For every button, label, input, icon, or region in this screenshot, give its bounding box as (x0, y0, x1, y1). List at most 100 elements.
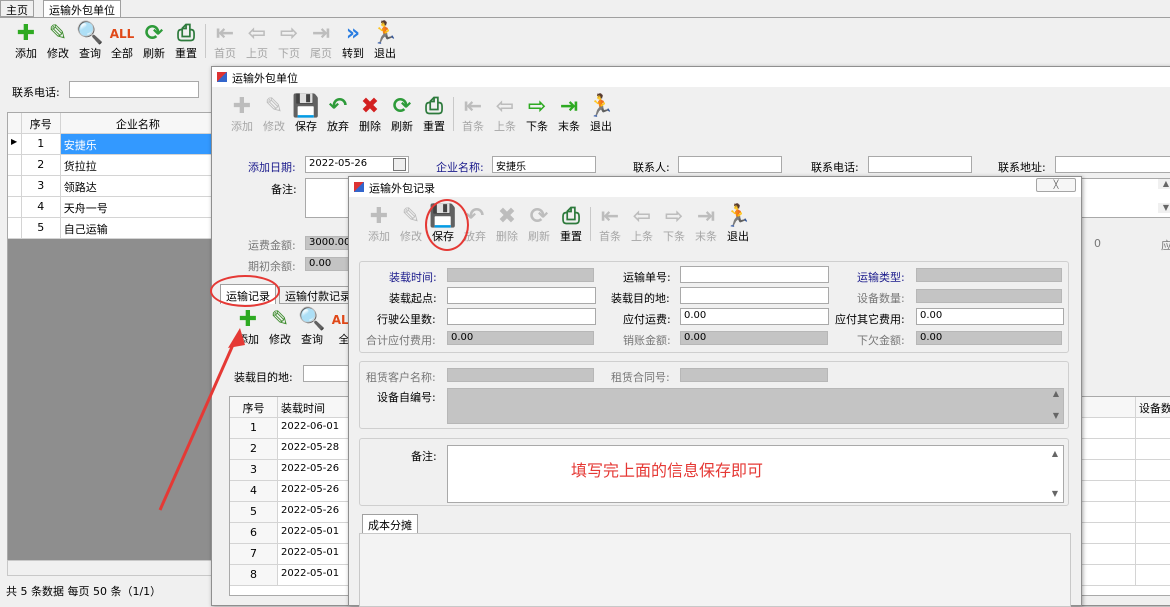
toolbar-label: 保存 (295, 120, 317, 133)
上条-button[interactable]: ⇦ 上条 (626, 205, 658, 243)
删除-button[interactable]: ✖ 删除 (491, 205, 523, 243)
添加-button[interactable]: ✚ 添加 (10, 22, 42, 60)
remark-scroll-down[interactable]: ▼ (1158, 203, 1170, 213)
hscrollbar[interactable] (7, 560, 217, 576)
table-row[interactable] (1081, 565, 1170, 586)
末条-button[interactable]: ⇥ 末条 (690, 205, 722, 243)
status-bar: 共 5 条数据 每页 50 条（1/1） (6, 585, 162, 598)
table-row[interactable]: 2 货拉拉 (8, 155, 216, 176)
subtab-payment-records[interactable]: 运输付款记录 (279, 286, 357, 304)
查询-button[interactable]: 🔍 查询 (74, 22, 106, 60)
tab-home[interactable]: 主页 (0, 0, 34, 17)
table-row[interactable] (1081, 544, 1170, 565)
保存-button[interactable]: 💾 保存 (290, 95, 322, 133)
table-row[interactable]: 6 2022-05-01 (230, 523, 358, 544)
修改-button[interactable]: ✎ 修改 (42, 22, 74, 60)
row-selector[interactable]: ▶ (8, 134, 22, 154)
dest-input[interactable] (303, 365, 353, 382)
尾页-button[interactable]: ⇥ 尾页 (305, 22, 337, 60)
下页-button[interactable]: ⇨ 下页 (273, 22, 305, 60)
device-code-scroll-up[interactable]: ▲ (1048, 389, 1064, 399)
刷新-button[interactable]: ⟳ 刷新 (386, 95, 418, 133)
首条-button[interactable]: ⇤ 首条 (594, 205, 626, 243)
cell-load-time: 2022-05-01 (278, 523, 358, 543)
transport-type-label: 运输类型: (857, 271, 905, 284)
修改-button[interactable]: ✎ 修改 (395, 205, 427, 243)
table-row[interactable] (1081, 502, 1170, 523)
table-row[interactable]: 7 2022-05-01 (230, 544, 358, 565)
km-input[interactable] (447, 308, 596, 325)
calendar-icon[interactable] (393, 158, 406, 171)
删除-button[interactable]: ✖ 删除 (354, 95, 386, 133)
cell-no: 5 (22, 218, 61, 238)
上条-button[interactable]: ⇦ 上条 (489, 95, 521, 133)
table-row[interactable] (1081, 460, 1170, 481)
table-row[interactable]: ▶ 1 安捷乐 (8, 134, 216, 155)
刷新-button[interactable]: ⟳ 刷新 (138, 22, 170, 60)
device-code-scroll-down[interactable]: ▼ (1048, 411, 1064, 421)
上页-button[interactable]: ⇦ 上页 (241, 22, 273, 60)
退出-button[interactable]: 🏃 退出 (585, 95, 617, 133)
添加-button[interactable]: ✚ 添加 (226, 95, 258, 133)
device-code-label: 设备自编号: (377, 391, 436, 404)
tab-strip-line (0, 17, 1170, 18)
rent-customer-label: 租赁客户名称: (366, 371, 436, 384)
address-input[interactable] (1055, 156, 1170, 173)
首条-button[interactable]: ⇤ 首条 (457, 95, 489, 133)
退出-button[interactable]: 🏃 退出 (722, 205, 754, 243)
退出-button[interactable]: 🏃 退出 (369, 22, 401, 60)
record-window-titlebar[interactable]: 运输外包记录 (349, 177, 1081, 197)
row-selector[interactable] (8, 218, 22, 238)
other-payable-input[interactable]: 0.00 (916, 308, 1064, 325)
next-icon: ⇨ (664, 204, 684, 229)
下条-button[interactable]: ⇨ 下条 (658, 205, 690, 243)
查询-button[interactable]: 🔍 查询 (296, 308, 328, 346)
row-selector[interactable] (8, 155, 22, 175)
row-selector[interactable] (8, 197, 22, 217)
load-origin-input[interactable] (447, 287, 596, 304)
首页-button[interactable]: ⇤ 首页 (209, 22, 241, 60)
修改-button[interactable]: ✎ 修改 (264, 308, 296, 346)
末条-button[interactable]: ⇥ 末条 (553, 95, 585, 133)
load-dest-input[interactable] (680, 287, 829, 304)
phone-filter-input[interactable] (69, 81, 199, 98)
rent-contract-label: 租赁合同号: (611, 371, 670, 384)
waybill-input[interactable] (680, 266, 829, 283)
table-row[interactable] (1081, 481, 1170, 502)
重置-button[interactable]: ⎙ 重置 (418, 95, 450, 133)
重置-button[interactable]: ⎙ 重置 (555, 205, 587, 243)
cell-device-qty (1136, 565, 1170, 585)
table-row[interactable] (1081, 523, 1170, 544)
close-button[interactable]: ╳ (1036, 178, 1076, 192)
row-selector[interactable] (8, 176, 22, 196)
col-header-company: 企业名称 (61, 113, 216, 133)
下条-button[interactable]: ⇨ 下条 (521, 95, 553, 133)
tab-transport-unit[interactable]: 运输外包单位 (43, 0, 121, 17)
toolbar-label: 删除 (359, 120, 381, 133)
contact-input[interactable] (678, 156, 782, 173)
table-row[interactable] (1081, 418, 1170, 439)
table-row[interactable]: 4 天舟一号 (8, 197, 216, 218)
添加-button[interactable]: ✚ 添加 (363, 205, 395, 243)
table-row[interactable]: 8 2022-05-01 (230, 565, 358, 586)
remark-scroll-up[interactable]: ▲ (1158, 179, 1170, 189)
转到-button[interactable]: » 转到 (337, 22, 369, 60)
table-row[interactable] (1081, 439, 1170, 460)
全部-button[interactable]: ALL 全部 (106, 22, 138, 60)
重置-button[interactable]: ⎙ 重置 (170, 22, 202, 60)
放弃-button[interactable]: ↶ 放弃 (322, 95, 354, 133)
toolbar-label: 上条 (631, 230, 653, 243)
刷新-button[interactable]: ⟳ 刷新 (523, 205, 555, 243)
修改-button[interactable]: ✎ 修改 (258, 95, 290, 133)
phone-input[interactable] (868, 156, 972, 173)
company-input[interactable]: 安捷乐 (492, 156, 596, 173)
waybill-label: 运输单号: (623, 271, 671, 284)
remark-scroll-down[interactable]: ▼ (1047, 489, 1063, 499)
freight-payable-input[interactable]: 0.00 (680, 308, 829, 325)
tab-cost-allocation[interactable]: 成本分摊 (362, 514, 418, 533)
unit-window-titlebar[interactable]: 运输外包单位 (212, 67, 1170, 87)
table-row[interactable]: 3 领路达 (8, 176, 216, 197)
add-icon: ✚ (232, 94, 252, 119)
remark-scroll-up[interactable]: ▲ (1047, 449, 1063, 459)
table-row[interactable]: 5 自己运输 (8, 218, 216, 239)
